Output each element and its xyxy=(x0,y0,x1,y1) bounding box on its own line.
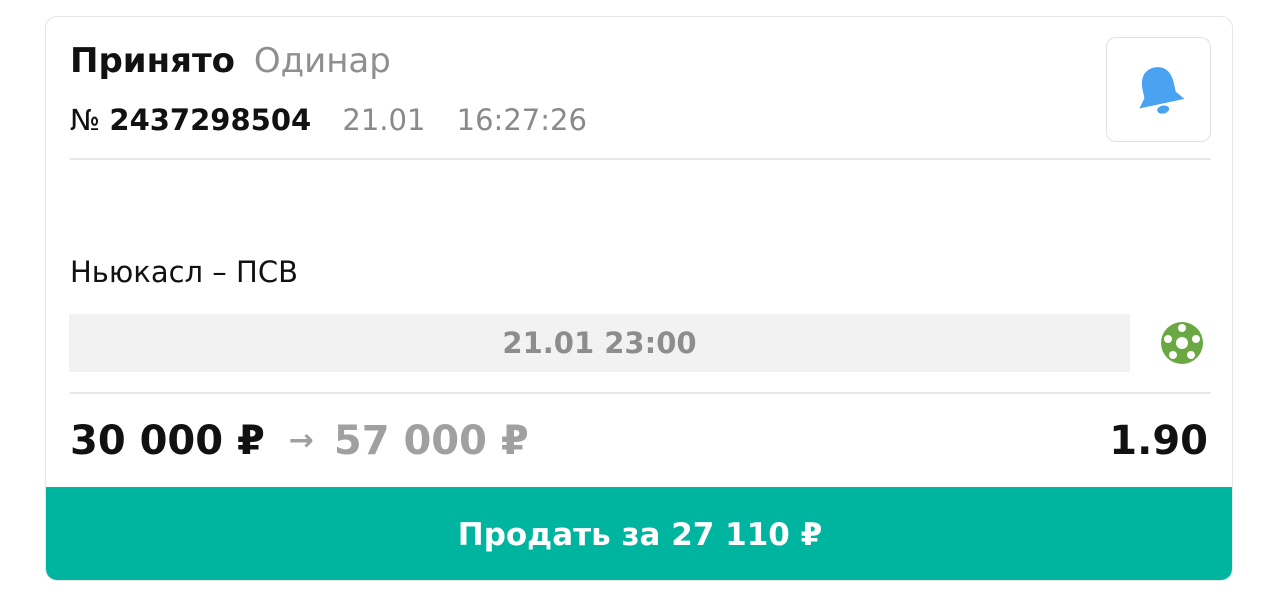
bet-time: 16:27:26 xyxy=(456,103,587,137)
event-match: Ньюкасл – ПСВ xyxy=(70,255,298,289)
bet-date: 21.01 xyxy=(342,103,426,137)
stake-amount: 30 000 ₽ xyxy=(70,418,265,464)
payout-amount: 57 000 ₽ xyxy=(333,418,529,464)
bet-meta: № 2437298504 21.01 16:27:26 xyxy=(70,101,587,139)
bet-header: Принято Одинар xyxy=(70,39,391,83)
bet-number: 2437298504 xyxy=(109,103,312,137)
header-divider xyxy=(70,158,1211,160)
event-start-bar: 21.01 23:00 xyxy=(69,314,1130,372)
sell-button-label: Продать за 27 110 ₽ xyxy=(457,516,823,553)
bell-icon xyxy=(1138,66,1184,114)
bet-card: Принято Одинар № 2437298504 21.01 16:27:… xyxy=(45,16,1233,581)
soccer-ball-icon xyxy=(1161,322,1203,364)
arrow-right-icon: → xyxy=(288,423,314,458)
bet-odds: 1.90 xyxy=(1109,418,1208,464)
notify-button[interactable] xyxy=(1106,37,1211,142)
bet-type: Одинар xyxy=(253,41,391,81)
event-start: 21.01 23:00 xyxy=(502,326,697,360)
bet-amounts: 30 000 ₽ → 57 000 ₽ xyxy=(70,415,529,467)
bet-status: Принято xyxy=(70,41,236,81)
event-divider xyxy=(70,392,1211,394)
bet-number-prefix: № xyxy=(70,103,101,137)
sell-button[interactable]: Продать за 27 110 ₽ xyxy=(46,487,1232,580)
